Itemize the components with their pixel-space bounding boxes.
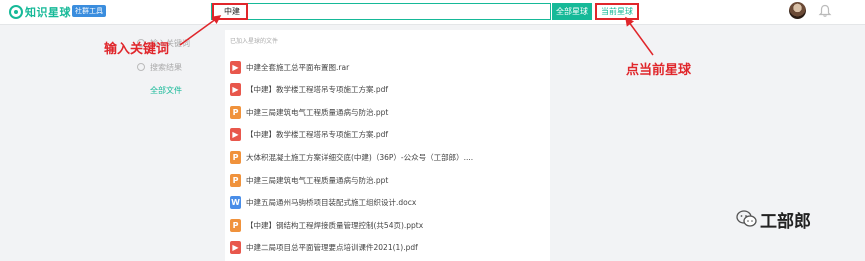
file-name[interactable]: 中建全套施工总平面布置图.rar [246, 62, 349, 73]
panel-header: 已加入星球的文件 [230, 38, 279, 45]
docx-file-icon: W [230, 196, 241, 209]
arrow-to-search [179, 15, 222, 46]
arrow-to-current-planet [625, 16, 654, 56]
file-name[interactable]: 中建三局建筑电气工程质量通病与防治.ppt [246, 107, 388, 118]
file-name[interactable]: 【中建】教学楼工程塔吊专项施工方案.pdf [246, 84, 388, 95]
watermark-text: 工部郎 [760, 212, 811, 232]
file-row[interactable]: ▶ 【中建】教学楼工程塔吊专项施工方案.pdf [225, 79, 550, 101]
file-name[interactable]: 【中建】钢结构工程焊接质量管理控制(共54页).pptx [246, 220, 423, 231]
file-row[interactable]: P 大体积混凝土施工方案详细交底(中建)（36P）-公众号（工部郎）.... [225, 147, 550, 169]
pdf-file-icon: ▶ [230, 83, 241, 96]
file-name[interactable]: 中建三局建筑电气工程质量通病与防治.ppt [246, 175, 388, 186]
file-name[interactable]: 中建二局项目总平面管理要点培训课件2021(1).pdf [246, 242, 418, 253]
wechat-icon [736, 210, 757, 227]
file-row[interactable]: ▶ 【中建】教学楼工程塔吊专项施工方案.pdf [225, 124, 550, 146]
file-row[interactable]: ▶ 中建二局项目总平面管理要点培训课件2021(1).pdf [225, 237, 550, 259]
pdf-file-icon: ▶ [230, 128, 241, 141]
file-list-panel: 已加入星球的文件 ▶ 中建全套施工总平面布置图.rar ▶ 【中建】教学楼工程塔… [225, 30, 550, 261]
file-row[interactable]: P 中建三局建筑电气工程质量通病与防治.ppt [225, 102, 550, 124]
file-name[interactable]: 大体积混凝土施工方案详细交底(中建)（36P）-公众号（工部郎）.... [246, 152, 473, 163]
pdf-file-icon: ▶ [230, 241, 241, 254]
file-row[interactable]: P 中建三局建筑电气工程质量通病与防治.ppt [225, 170, 550, 192]
watermark: 工部郎 [736, 207, 856, 237]
file-row[interactable]: ▶ 中建全套施工总平面布置图.rar [225, 57, 550, 79]
ppt-file-icon: P [230, 151, 241, 164]
file-name[interactable]: 【中建】教学楼工程塔吊专项施工方案.pdf [246, 129, 388, 140]
file-row[interactable]: W 中建五局通州马驹桥项目装配式施工组织设计.docx [225, 192, 550, 214]
ppt-file-icon: P [230, 106, 241, 119]
file-name[interactable]: 中建五局通州马驹桥项目装配式施工组织设计.docx [246, 197, 416, 208]
file-row[interactable]: P 【中建】钢结构工程焊接质量管理控制(共54页).pptx [225, 215, 550, 237]
pptx-file-icon: P [230, 219, 241, 232]
ppt-file-icon: P [230, 174, 241, 187]
pdf-file-icon: ▶ [230, 61, 241, 74]
